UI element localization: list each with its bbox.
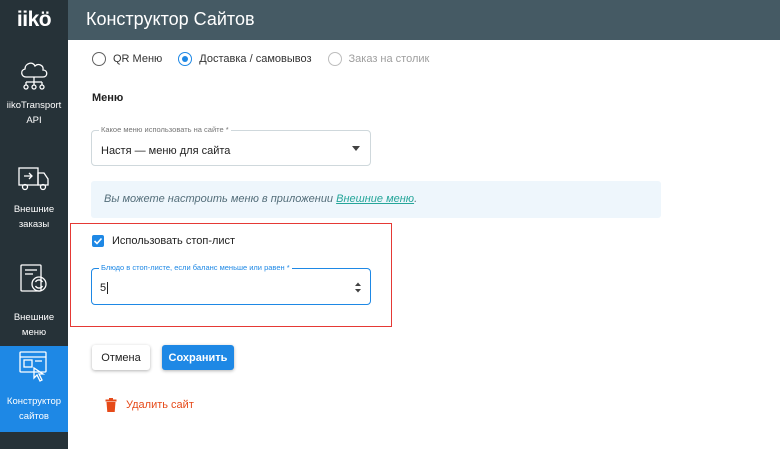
sidebar: iikö iikoTransport API Внешние заказы Вн… — [0, 0, 68, 449]
page-title: Конструктор Сайтов — [86, 9, 255, 29]
website-builder-icon — [16, 348, 52, 384]
iiko-logo: iikö — [16, 8, 52, 31]
radio-circle[interactable] — [327, 52, 342, 66]
menu-select-label: Какое меню использовать на сайте * — [99, 125, 231, 134]
sidebar-item-label: Внешние заказы — [13, 204, 55, 230]
radio-circle[interactable] — [92, 52, 106, 66]
number-spinner-icon[interactable] — [354, 281, 362, 294]
delete-site-button[interactable]: Удалить сайт — [105, 398, 194, 412]
menu-select-value: Настя — меню для сайта — [101, 145, 231, 157]
sidebar-item-label: Внешние меню — [13, 312, 55, 338]
sidebar-item-iikotransport-api[interactable]: iikoTransport API — [0, 40, 68, 150]
caret-down-icon[interactable] — [352, 146, 360, 151]
sidebar-item-external-orders[interactable]: Внешние заказы — [0, 150, 68, 248]
sidebar-item-website-builder[interactable]: Конструктор сайтов — [0, 346, 68, 432]
menu-section-title: Меню — [92, 92, 124, 104]
stoplist-balance-label: Блюдо в стоп-листе, если баланс меньше и… — [99, 263, 292, 272]
stoplist-balance-value[interactable]: 5 — [100, 282, 109, 295]
menu-select[interactable]: Какое меню использовать на сайте * Настя… — [91, 125, 371, 166]
checkbox-box[interactable] — [92, 235, 104, 247]
radio-label: Заказ на столик — [348, 53, 430, 65]
info-suffix: . — [414, 193, 418, 205]
use-stoplist-checkbox[interactable]: Использовать стоп-лист — [92, 235, 235, 247]
radio-label: QR Меню — [113, 53, 163, 65]
trash-icon — [105, 398, 117, 412]
cloud-network-icon — [16, 56, 52, 92]
stoplist-balance-input[interactable]: Блюдо в стоп-листе, если баланс меньше и… — [91, 263, 371, 305]
radio-delivery-pickup[interactable]: Доставка / самовывоз — [178, 52, 312, 66]
delete-site-label: Удалить сайт — [126, 399, 194, 411]
delivery-truck-icon — [16, 160, 52, 196]
sidebar-item-external-menus[interactable]: Внешние меню — [0, 248, 68, 346]
sidebar-item-label: Конструктор сайтов — [6, 396, 62, 422]
external-menus-link[interactable]: Внешние меню — [336, 193, 414, 205]
save-button[interactable]: Сохранить — [162, 345, 234, 370]
radio-table-order[interactable]: Заказ на столик — [327, 52, 430, 66]
cancel-button[interactable]: Отмена — [92, 345, 150, 370]
info-banner: Вы можете настроить меню в приложении Вн… — [91, 181, 661, 218]
order-type-radio-group: QR Меню Доставка / самовывоз Заказ на ст… — [92, 52, 445, 66]
top-header: Конструктор Сайтов — [68, 0, 780, 40]
info-text: Вы можете настроить меню в приложении — [104, 193, 337, 205]
radio-qr-menu[interactable]: QR Меню — [92, 52, 162, 66]
checkbox-label: Использовать стоп-лист — [112, 235, 236, 247]
menu-sync-icon — [16, 260, 52, 296]
sidebar-item-label: iikoTransport API — [6, 100, 62, 126]
radio-circle[interactable] — [178, 52, 193, 66]
radio-label: Доставка / самовывоз — [199, 53, 312, 65]
check-icon — [93, 237, 103, 245]
